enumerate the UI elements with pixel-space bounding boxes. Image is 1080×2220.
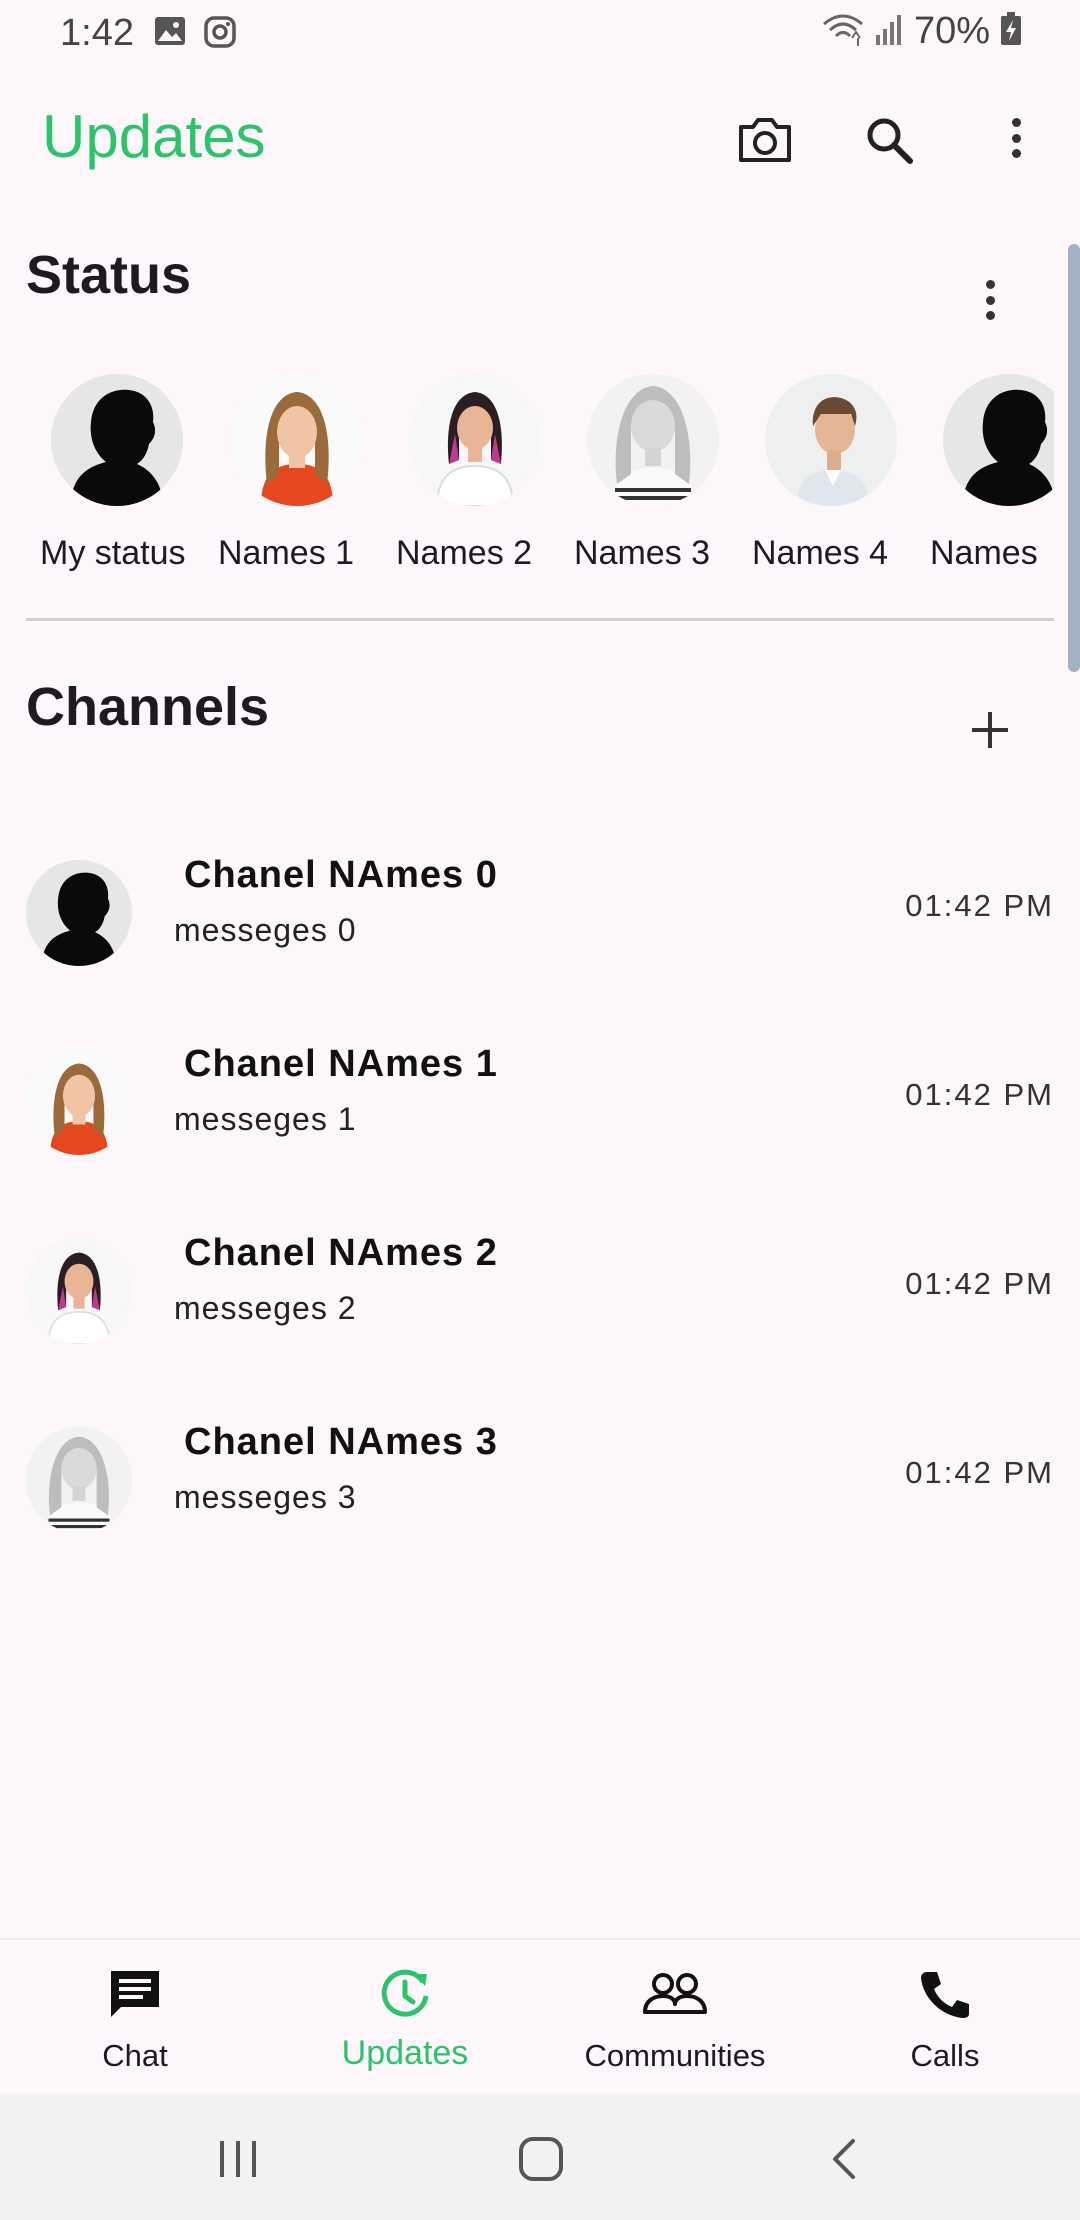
updates-screen: 1:42 70% Updates Status My status Names … <box>0 0 1080 2220</box>
status-section-title: Status <box>26 245 192 305</box>
more-vert-icon[interactable] <box>996 108 1036 168</box>
app-bar: Updates <box>0 90 1080 186</box>
avatar <box>231 374 363 506</box>
battery-icon <box>1000 12 1022 51</box>
nav-item-communities[interactable]: Communities <box>540 1940 810 2096</box>
channels-section-title: Channels <box>26 677 270 737</box>
channel-time: 01:42 PM <box>905 888 1054 923</box>
nav-label: Calls <box>910 2038 980 2073</box>
scrollbar-thumb[interactable] <box>1068 244 1080 672</box>
channel-name: Chanel NAmes 0 <box>184 854 498 896</box>
channel-row[interactable]: Chanel NAmes 2 messeges 2 01:42 PM <box>26 1228 1054 1368</box>
avatar <box>765 374 897 506</box>
status-item-names-3[interactable]: Names 3 <box>562 374 742 584</box>
communities-icon <box>640 1964 710 2024</box>
channel-message: messeges 2 <box>174 1290 357 1326</box>
nav-item-chat[interactable]: Chat <box>0 1940 270 2096</box>
camera-icon[interactable] <box>735 110 795 170</box>
status-item-names-2[interactable]: Names 2 <box>384 374 564 584</box>
avatar <box>26 1049 132 1155</box>
status-item-names-5[interactable]: Names <box>918 374 1054 584</box>
avatar <box>51 374 183 506</box>
channel-message: messeges 0 <box>174 912 357 948</box>
nav-label: Communities <box>584 2038 766 2073</box>
status-bar-time: 1:42 <box>60 12 134 54</box>
status-item-names-1[interactable]: Names 1 <box>206 374 386 584</box>
status-more-icon[interactable] <box>970 270 1010 330</box>
phone-icon <box>915 1964 975 2024</box>
instagram-icon <box>204 16 236 53</box>
channel-name: Chanel NAmes 2 <box>184 1232 498 1274</box>
search-icon[interactable] <box>859 110 919 170</box>
chat-icon <box>105 1964 165 2024</box>
status-list: My status Names 1 Names 2 Names 3 Names … <box>26 374 1054 584</box>
channel-time: 01:42 PM <box>905 1077 1054 1112</box>
avatar <box>26 1427 132 1533</box>
avatar <box>26 1238 132 1344</box>
wifi-icon <box>822 12 864 51</box>
channel-row[interactable]: Chanel NAmes 0 messeges 0 01:42 PM <box>26 850 1054 990</box>
nav-label: Updates <box>341 2034 469 2072</box>
avatar <box>26 860 132 966</box>
status-bar: 1:42 70% <box>0 0 1080 64</box>
channel-message: messeges 3 <box>174 1479 357 1515</box>
recents-icon[interactable] <box>203 2124 273 2194</box>
section-divider <box>26 618 1054 621</box>
bottom-nav: Chat Updates Communities Calls <box>0 1938 1080 2094</box>
channel-message: messeges 1 <box>174 1101 357 1137</box>
channel-time: 01:42 PM <box>905 1266 1054 1301</box>
updates-icon <box>375 1964 435 2024</box>
system-nav-bar <box>0 2094 1080 2220</box>
battery-percent: 70% <box>913 10 990 52</box>
nav-item-updates[interactable]: Updates <box>270 1940 540 2096</box>
status-item-label: Names <box>930 534 1038 572</box>
page-title: Updates <box>42 103 266 170</box>
add-channel-icon[interactable] <box>960 700 1020 760</box>
image-icon <box>154 16 186 51</box>
avatar <box>409 374 541 506</box>
back-icon[interactable] <box>809 2124 879 2194</box>
channel-name: Chanel NAmes 1 <box>184 1043 498 1085</box>
nav-item-calls[interactable]: Calls <box>810 1940 1080 2096</box>
channel-time: 01:42 PM <box>905 1455 1054 1490</box>
status-bar-right: 70% <box>822 10 1022 53</box>
status-item-names-4[interactable]: Names 4 <box>740 374 920 584</box>
avatar <box>943 374 1054 506</box>
status-item-my-status[interactable]: My status <box>26 374 206 584</box>
channel-row[interactable]: Chanel NAmes 3 messeges 3 01:42 PM <box>26 1417 1054 1557</box>
signal-icon <box>874 13 904 50</box>
channel-row[interactable]: Chanel NAmes 1 messeges 1 01:42 PM <box>26 1039 1054 1179</box>
avatar <box>587 374 719 506</box>
nav-label: Chat <box>102 2038 168 2073</box>
channel-name: Chanel NAmes 3 <box>184 1421 498 1463</box>
home-icon[interactable] <box>506 2124 576 2194</box>
